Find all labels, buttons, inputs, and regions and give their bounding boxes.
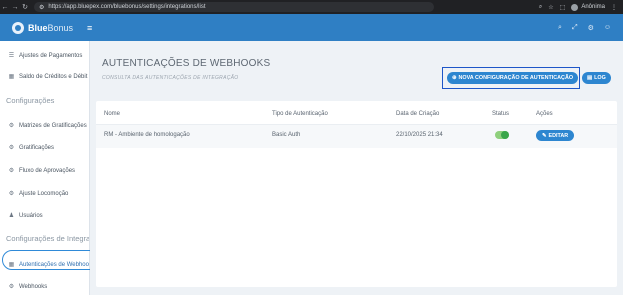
list-icon: ☰ (8, 53, 15, 59)
edit-label: EDITAR (548, 132, 569, 139)
sidebar-item-label: Webhooks (19, 283, 48, 290)
profile-button[interactable]: Anônima (571, 3, 605, 11)
sidebar-item-label: Fluxo de Aprovações (19, 167, 76, 174)
sidebar-section-configuracoes: Configurações (6, 96, 55, 105)
sidebar-item-usuarios[interactable]: ♟ Usuários (8, 212, 43, 220)
pencil-icon: ✎ (542, 132, 547, 139)
app-header: BlueBonus ≡ ⌕ ⤢ ⚙ ☺ (0, 14, 623, 41)
logo-icon (12, 21, 24, 34)
gears-icon: ⚙ (8, 191, 15, 197)
new-auth-config-button[interactable]: ⊕ NOVA CONFIGURAÇÃO DE AUTENTICAÇÃO (447, 72, 579, 84)
sidebar-item-webhooks[interactable]: ⚙ Webhooks (8, 283, 48, 291)
menu-toggle-icon[interactable]: ≡ (87, 23, 92, 33)
search-icon[interactable]: ⌕ (558, 24, 562, 32)
incognito-icon (571, 3, 579, 11)
sidebar-section-integracao: Configurações de Integraç (6, 234, 90, 243)
new-auth-config-label: NOVA CONFIGURAÇÃO DE AUTENTICAÇÃO (458, 75, 574, 81)
column-header-auth-type: Tipo de Autenticação (272, 111, 328, 117)
cell-auth-type: Basic Auth (272, 132, 301, 138)
sidebar-item-fluxo-aprovacoes[interactable]: ⚙ Fluxo de Aprovações (8, 167, 76, 175)
sidebar-item-saldo[interactable]: ▦ Saldo de Créditos e Débit (8, 73, 88, 81)
sidebar-item-matrizes[interactable]: ⚙ Matrizes de Gratificações (8, 122, 87, 130)
sidebar-item-label: Saldo de Créditos e Débit (19, 73, 88, 80)
sidebar-item-gratificacoes[interactable]: ⚙ Gratificações (8, 144, 55, 152)
sidebar-item-label: Ajustes de Pagamentos (19, 52, 83, 59)
back-icon[interactable]: ← (0, 4, 10, 11)
reload-icon[interactable]: ↻ (20, 3, 30, 11)
app-logo[interactable]: BlueBonus (12, 21, 74, 34)
gears-icon: ⚙ (8, 123, 15, 129)
sidebar-item-label: Gratificações (19, 144, 55, 151)
bookmark-icon[interactable]: ☆ (548, 4, 553, 11)
extensions-icon[interactable]: ⬚ (560, 4, 566, 11)
log-label: LOG (594, 75, 606, 81)
main-content: AUTENTICAÇÕES DE WEBHOOKS CONSULTA DAS A… (90, 41, 623, 295)
cell-name: RM - Ambiente de homologação (104, 132, 190, 138)
webhook-auth-table: Nome Tipo de Autenticação Data de Criaçã… (96, 101, 617, 287)
sidebar-item-ajuste-locomocao[interactable]: ⚙ Ajuste Locomoção (8, 190, 69, 198)
logo-text: BlueBonus (28, 22, 74, 33)
address-text: https://app.bluepex.com/bluebonus/settin… (48, 4, 206, 10)
expand-icon[interactable]: ⤢ (572, 24, 578, 32)
column-header-created: Data de Criação (396, 111, 440, 117)
plus-circle-icon: ⊕ (452, 75, 457, 81)
menu-icon[interactable]: ⋮ (611, 4, 617, 11)
profile-label: Anônima (581, 4, 605, 10)
site-info-icon[interactable]: ⚙ (39, 4, 44, 11)
page-title: AUTENTICAÇÕES DE WEBHOOKS (102, 58, 271, 69)
sidebar-item-label: Matrizes de Gratificações (19, 122, 87, 129)
cell-created: 22/10/2025 21:34 (396, 132, 443, 138)
edit-button[interactable]: ✎ EDITAR (536, 130, 575, 141)
user-icon[interactable]: ☺ (604, 24, 611, 32)
sidebar-item-label: Ajuste Locomoção (19, 190, 69, 197)
gears-icon: ⚙ (8, 168, 15, 174)
settings-icon[interactable]: ⚙ (588, 24, 594, 32)
page-subtitle: CONSULTA DAS AUTENTICAÇÕES DE INTEGRAÇÃO (102, 75, 239, 81)
gears-icon: ⚙ (8, 145, 15, 151)
forward-icon[interactable]: → (10, 4, 20, 11)
sidebar-item-ajustes-pagamentos[interactable]: ☰ Ajustes de Pagamentos (8, 52, 83, 60)
table-icon: ▦ (8, 74, 15, 80)
column-header-actions: Ações (536, 111, 553, 117)
users-icon: ♟ (8, 213, 15, 219)
status-toggle[interactable] (495, 131, 509, 139)
active-item-highlight (2, 250, 102, 270)
column-header-status: Status (492, 111, 510, 117)
gears-icon: ⚙ (8, 284, 15, 290)
sidebar-item-label: Usuários (19, 212, 43, 219)
address-bar[interactable]: ⚙ https://app.bluepex.com/bluebonus/sett… (34, 2, 434, 12)
browser-toolbar: ← → ↻ ⚙ https://app.bluepex.com/bluebonu… (0, 0, 623, 14)
log-button[interactable]: ▤ LOG (582, 72, 611, 84)
column-header-name: Nome (104, 111, 121, 117)
zoom-icon[interactable]: ⌕ (539, 4, 542, 11)
log-icon: ▤ (587, 75, 593, 81)
